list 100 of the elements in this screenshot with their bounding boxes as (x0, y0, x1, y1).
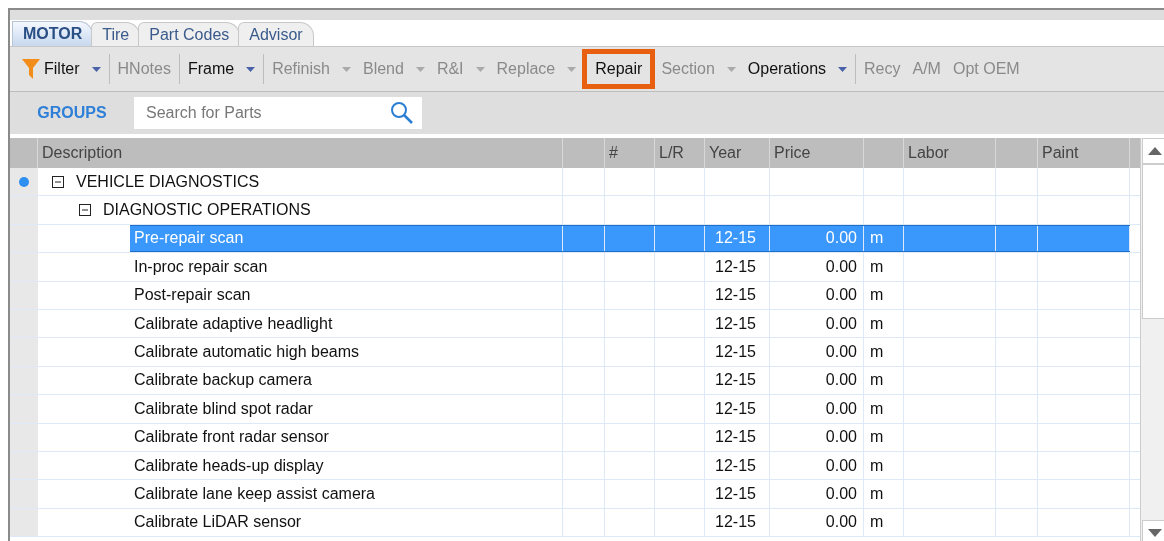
table-cell-text: 12-15 (715, 484, 756, 504)
table-cell-text: In-proc repair scan (134, 256, 268, 277)
table-cell-text: Calibrate backup camera (134, 370, 312, 391)
row-indicator-cell[interactable] (10, 366, 38, 395)
column-header[interactable]: Description (42, 141, 123, 165)
table-cell-text: m (870, 285, 884, 306)
row-indicator-cell[interactable] (10, 196, 38, 224)
table-row[interactable]: Post-repair scan 12-15 0.00 m (130, 281, 1130, 309)
filter-icon (22, 58, 40, 80)
row-indicator-cell[interactable] (10, 168, 38, 196)
column-header[interactable]: # (609, 141, 618, 165)
row-indicator-cell[interactable] (10, 508, 38, 537)
caret-icon (726, 66, 736, 72)
table-row[interactable]: Calibrate automatic high beams 12-15 0.00 m (130, 338, 1130, 366)
toolbar-button[interactable]: Filter (16, 49, 107, 89)
table-cell-text: m (870, 484, 884, 504)
row-indicator-cell[interactable] (10, 451, 38, 480)
toolbar-button[interactable]: Frame (181, 49, 262, 89)
table-cell-text: 0.00 (825, 313, 857, 334)
table-cell-text: 0.00 (825, 342, 857, 363)
row-indicator-cell[interactable] (10, 281, 38, 309)
table-cell-text: m (870, 256, 884, 277)
table-cell-text: Calibrate front radar sensor (134, 427, 329, 448)
caret-icon (91, 66, 101, 72)
table-row[interactable]: Calibrate adaptive headlight 12-15 0.00 m (130, 309, 1130, 338)
table-cell-text: m (870, 370, 884, 391)
table-cell-text: 0.00 (825, 484, 857, 504)
table-cell-text: m (870, 398, 884, 419)
down-arrow-icon (1147, 529, 1162, 537)
table-cell-text: Pre-repair scan (134, 228, 244, 249)
caret-icon (341, 66, 351, 72)
table-cell-text: 12-15 (715, 512, 756, 533)
column-header[interactable]: Labor (908, 141, 949, 165)
table-row[interactable]: Calibrate backup camera 12-15 0.00 m (130, 366, 1130, 395)
collapse-icon[interactable] (52, 175, 64, 188)
table-cell-text: 12-15 (715, 313, 756, 334)
table-cell-text: m (870, 313, 884, 334)
table-cell-text: 0.00 (825, 228, 857, 249)
column-header[interactable]: Price (774, 141, 811, 165)
caret-icon (475, 66, 485, 72)
table-cell-text: 12-15 (715, 256, 756, 277)
row-indicator-cell[interactable] (10, 224, 38, 253)
caret-icon (838, 66, 848, 72)
scroll-down-button[interactable] (1141, 520, 1164, 541)
row-indicator-cell[interactable] (10, 253, 38, 281)
toolbar-button[interactable]: Repair (582, 49, 656, 89)
scroll-thumb[interactable] (1141, 164, 1164, 319)
table-row[interactable]: Calibrate front radar sensor 12-15 0.00 m (130, 423, 1130, 451)
collapse-icon[interactable] (79, 204, 91, 217)
table-cell-text: 12-15 (715, 370, 756, 391)
table-cell-text: Calibrate automatic high beams (134, 342, 359, 363)
column-header[interactable]: Year (709, 141, 742, 165)
table-cell-text: 0.00 (825, 512, 857, 533)
table-row[interactable]: Calibrate blind spot radar 12-15 0.00 m (130, 395, 1130, 423)
table-row[interactable]: In-proc repair scan 12-15 0.00 m (130, 253, 1130, 281)
up-arrow-icon (1147, 147, 1162, 155)
table-cell-text: Calibrate adaptive headlight (134, 313, 333, 334)
search-icon[interactable] (390, 101, 414, 125)
table-cell-text: 0.00 (825, 370, 857, 391)
tab[interactable]: Part Codes (138, 22, 241, 46)
row-indicator-cell[interactable] (10, 309, 38, 338)
column-header[interactable]: Paint (1042, 141, 1079, 165)
table-cell-text: Calibrate heads-up display (134, 455, 324, 476)
table-cell-text: 12-15 (715, 342, 756, 363)
table-cell-text: VEHICLE DIAGNOSTICS (76, 171, 260, 192)
table-cell-text: m (870, 512, 884, 533)
table-cell-text: 0.00 (825, 427, 857, 448)
tab[interactable]: MOTOR (12, 21, 94, 46)
search-field[interactable]: Search for Parts (134, 97, 422, 129)
table-cell-text: m (870, 342, 884, 363)
table-row[interactable]: Calibrate heads-up display 12-15 0.00 m (130, 451, 1130, 480)
table-cell-text: 12-15 (715, 285, 756, 306)
scroll-up-button[interactable] (1141, 138, 1164, 164)
table-cell-text: 0.00 (825, 256, 857, 277)
table-cell-text: 12-15 (715, 455, 756, 476)
table-cell-text: 0.00 (825, 455, 857, 476)
table-cell-text: Post-repair scan (134, 285, 251, 306)
toolbar-button[interactable]: Operations (741, 49, 854, 89)
table-cell-text: Calibrate lane keep assist camera (134, 484, 375, 504)
table-row[interactable]: Calibrate lane keep assist camera 12-15 0.00 m (130, 480, 1130, 508)
table-cell-text: 0.00 (825, 285, 857, 306)
column-header[interactable]: L/R (659, 141, 684, 165)
table-cell-text: Calibrate blind spot radar (134, 398, 313, 419)
table-cell-text: m (870, 455, 884, 476)
table-cell-text: 0.00 (825, 398, 857, 419)
table-cell-text: DIAGNOSTIC OPERATIONS (103, 200, 311, 221)
table-cell-text: 12-15 (715, 398, 756, 419)
caret-icon (246, 66, 256, 72)
row-indicator-cell[interactable] (10, 423, 38, 451)
table-cell-text: m (870, 228, 884, 249)
row-indicator-cell[interactable] (10, 395, 38, 423)
table-cell-text: 12-15 (715, 228, 756, 249)
caret-icon (567, 66, 577, 72)
row-indicator-cell[interactable] (10, 480, 38, 508)
table-row[interactable]: Calibrate LiDAR sensor 12-15 0.00 m (130, 508, 1130, 537)
tab[interactable]: Advisor (238, 22, 314, 46)
table-cell-text: 12-15 (715, 427, 756, 448)
row-indicator-cell[interactable] (10, 338, 38, 366)
table-cell-text: Calibrate LiDAR sensor (134, 512, 302, 533)
tab[interactable]: Tire (91, 22, 141, 46)
